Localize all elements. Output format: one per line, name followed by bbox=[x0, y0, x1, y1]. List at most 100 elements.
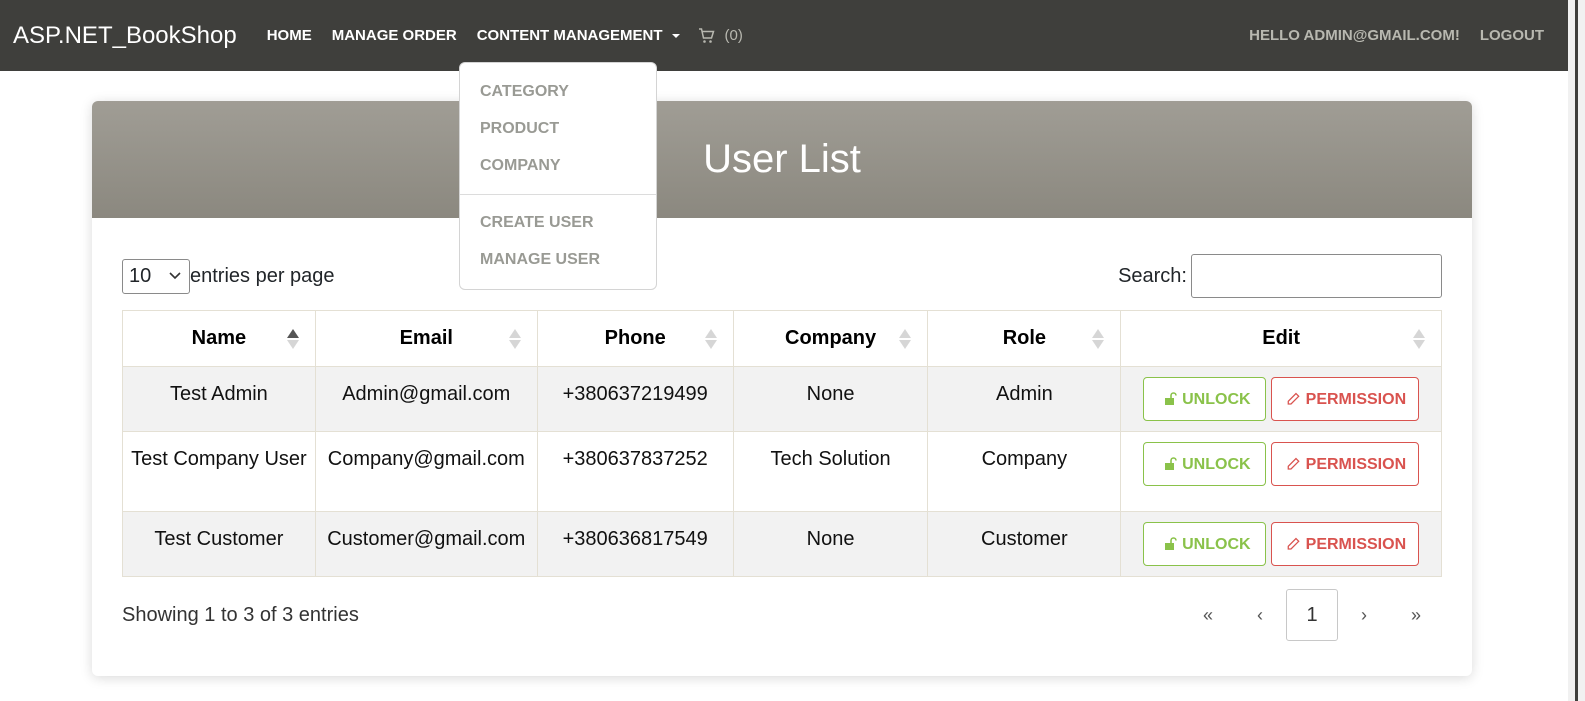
menu-item-manage-user[interactable]: MANAGE USER bbox=[480, 251, 600, 269]
unlock-icon bbox=[1165, 457, 1177, 470]
cell-phone: +380636817549 bbox=[536, 511, 734, 577]
column-header-edit[interactable]: Edit bbox=[1120, 310, 1442, 367]
column-header-company[interactable]: Company bbox=[732, 310, 929, 367]
nav-content-management-label: CONTENT MANAGEMENT bbox=[476, 27, 663, 44]
unlock-icon bbox=[1165, 392, 1177, 405]
menu-item-product[interactable]: PRODUCT bbox=[480, 120, 559, 138]
cell-name: Test Admin bbox=[122, 366, 316, 432]
user-table: Name Email Phone Company Role Edit Test … bbox=[122, 310, 1442, 577]
unlock-button[interactable]: UNLOCK bbox=[1143, 377, 1267, 421]
table-row: Test Company User Company@gmail.com +380… bbox=[122, 431, 1442, 512]
table-row: Test Admin Admin@gmail.com +380637219499… bbox=[122, 366, 1442, 432]
cell-company: None bbox=[732, 511, 929, 577]
sort-icon bbox=[704, 329, 717, 349]
entries-per-page: 10 entries per page bbox=[122, 258, 335, 294]
page-title: User List bbox=[703, 137, 861, 181]
entries-label: entries per page bbox=[190, 264, 335, 287]
cell-phone: +380637837252 bbox=[536, 431, 734, 512]
sort-icon bbox=[1092, 329, 1105, 349]
chevron-down-icon bbox=[169, 272, 181, 280]
cell-phone: +380637219499 bbox=[536, 366, 734, 432]
column-header-label: Edit bbox=[1262, 327, 1301, 349]
column-header-phone[interactable]: Phone bbox=[536, 310, 734, 367]
column-header-role[interactable]: Role bbox=[927, 310, 1122, 367]
unlock-icon bbox=[1165, 537, 1177, 550]
unlock-label: UNLOCK bbox=[1182, 455, 1251, 473]
cell-name: Test Customer bbox=[122, 511, 316, 577]
menu-item-category[interactable]: CATEGORY bbox=[480, 83, 569, 101]
cell-email: Customer@gmail.com bbox=[314, 511, 538, 577]
cell-company: Tech Solution bbox=[732, 431, 929, 512]
cell-edit: UNLOCK PERMISSION bbox=[1120, 366, 1442, 432]
column-header-label: Phone bbox=[604, 327, 666, 349]
scrollbar[interactable] bbox=[1568, 0, 1585, 701]
column-header-label: Role bbox=[1002, 327, 1047, 349]
cell-name: Test Company User bbox=[122, 431, 316, 512]
sort-icon bbox=[286, 329, 299, 349]
nav-home[interactable]: HOME bbox=[267, 27, 312, 44]
entries-select[interactable]: 10 bbox=[122, 258, 190, 294]
pencil-icon bbox=[1287, 537, 1300, 550]
cell-company: None bbox=[732, 366, 929, 432]
user-list-card: User List 10 entries per page Search: Na… bbox=[92, 101, 1472, 676]
logout-link[interactable]: LOGOUT bbox=[1480, 27, 1544, 44]
pencil-icon bbox=[1287, 457, 1300, 470]
table-header-row: Name Email Phone Company Role Edit bbox=[122, 310, 1442, 367]
cell-role: Customer bbox=[927, 511, 1122, 577]
cell-email: Admin@gmail.com bbox=[314, 366, 538, 432]
sort-icon bbox=[1413, 329, 1425, 349]
nav-manage-order[interactable]: MANAGE ORDER bbox=[332, 27, 457, 44]
column-header-name[interactable]: Name bbox=[122, 310, 316, 367]
page-first-button[interactable]: « bbox=[1182, 589, 1234, 641]
cell-role: Company bbox=[927, 431, 1122, 512]
column-header-label: Email bbox=[399, 327, 453, 349]
unlock-button[interactable]: UNLOCK bbox=[1143, 522, 1267, 566]
cart-count: (0) bbox=[724, 27, 743, 44]
entries-select-value: 10 bbox=[129, 264, 152, 287]
menu-item-company[interactable]: COMPANY bbox=[480, 157, 561, 175]
unlock-label: UNLOCK bbox=[1182, 535, 1251, 553]
permission-label: PERMISSION bbox=[1305, 455, 1407, 473]
search-label: Search: bbox=[1118, 264, 1187, 287]
permission-button[interactable]: PERMISSION bbox=[1271, 522, 1420, 566]
permission-button[interactable]: PERMISSION bbox=[1271, 442, 1420, 486]
search-box: Search: bbox=[1118, 254, 1442, 298]
navbar: ASP.NET_BookShop HOME MANAGE ORDER CONTE… bbox=[0, 0, 1568, 71]
table-controls: 10 entries per page Search: bbox=[122, 254, 1442, 298]
cell-email: Company@gmail.com bbox=[314, 431, 538, 512]
card-header: User List bbox=[92, 101, 1472, 218]
column-header-email[interactable]: Email bbox=[314, 310, 538, 367]
menu-divider bbox=[460, 194, 656, 195]
content-management-dropdown: CATEGORY PRODUCT COMPANY CREATE USER MAN… bbox=[459, 62, 657, 290]
unlock-label: UNLOCK bbox=[1182, 390, 1251, 408]
scrollbar-thumb[interactable] bbox=[1575, 0, 1578, 701]
caret-down-icon bbox=[671, 33, 680, 38]
sort-icon bbox=[508, 329, 521, 349]
cell-edit: UNLOCK PERMISSION bbox=[1120, 511, 1442, 577]
brand[interactable]: ASP.NET_BookShop bbox=[13, 22, 237, 50]
pagination: « ‹ 1 › » bbox=[1182, 589, 1442, 641]
page-last-button[interactable]: » bbox=[1390, 589, 1442, 641]
search-input[interactable] bbox=[1191, 254, 1442, 298]
menu-item-create-user[interactable]: CREATE USER bbox=[480, 214, 594, 232]
page-prev-button[interactable]: ‹ bbox=[1234, 589, 1286, 641]
greeting-link[interactable]: HELLO ADMIN@GMAIL.COM! bbox=[1249, 27, 1460, 44]
permission-label: PERMISSION bbox=[1305, 535, 1407, 553]
cart-icon bbox=[698, 27, 715, 43]
column-header-label: Company bbox=[785, 327, 877, 349]
page-current-button[interactable]: 1 bbox=[1286, 589, 1338, 641]
unlock-button[interactable]: UNLOCK bbox=[1143, 442, 1267, 486]
nav-content-management[interactable]: CONTENT MANAGEMENT bbox=[477, 27, 680, 44]
table-footer: Showing 1 to 3 of 3 entries « ‹ 1 › » bbox=[122, 589, 1442, 641]
sort-icon bbox=[899, 329, 912, 349]
column-header-label: Name bbox=[191, 327, 247, 349]
permission-button[interactable]: PERMISSION bbox=[1271, 377, 1420, 421]
entries-info: Showing 1 to 3 of 3 entries bbox=[122, 603, 359, 626]
permission-label: PERMISSION bbox=[1305, 390, 1407, 408]
cell-role: Admin bbox=[927, 366, 1122, 432]
page-next-button[interactable]: › bbox=[1338, 589, 1390, 641]
pencil-icon bbox=[1287, 392, 1300, 405]
cell-edit: UNLOCK PERMISSION bbox=[1120, 431, 1442, 512]
table-row: Test Customer Customer@gmail.com +380636… bbox=[122, 511, 1442, 577]
nav-cart[interactable]: (0) bbox=[698, 27, 743, 44]
